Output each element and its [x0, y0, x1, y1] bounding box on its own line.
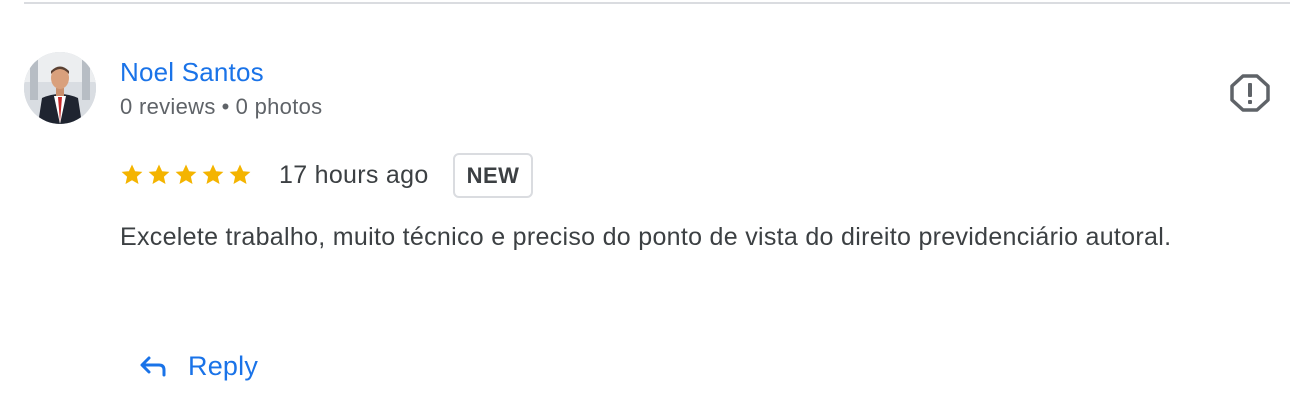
meta-separator: •: [221, 94, 230, 119]
star-icon: [175, 164, 197, 184]
reply-arrow-icon: [140, 356, 166, 377]
star-icon: [229, 164, 251, 184]
author-meta: 0 reviews • 0 photos: [120, 94, 322, 120]
rating-row: 17 hours ago NEW: [120, 150, 534, 200]
reply-button[interactable]: Reply: [128, 340, 268, 392]
review-time: 17 hours ago: [279, 160, 429, 189]
author-avatar[interactable]: [24, 52, 96, 124]
new-badge: NEW: [452, 152, 534, 198]
report-review-button[interactable]: [1226, 70, 1274, 116]
star-icon: [202, 164, 224, 184]
author-name[interactable]: Noel Santos: [120, 57, 264, 88]
star-icon: [121, 164, 143, 184]
star-rating: [120, 163, 252, 187]
avatar-photo-icon: [24, 52, 96, 124]
review-text: Excelete trabalho, muito técnico e preci…: [120, 223, 1172, 251]
author-review-count: 0 reviews: [120, 94, 216, 119]
report-flag-icon: [1230, 74, 1270, 112]
author-photo-count: 0 photos: [235, 94, 323, 119]
reply-label: Reply: [188, 350, 259, 381]
star-icon: [148, 164, 170, 184]
top-divider: [24, 2, 1290, 4]
